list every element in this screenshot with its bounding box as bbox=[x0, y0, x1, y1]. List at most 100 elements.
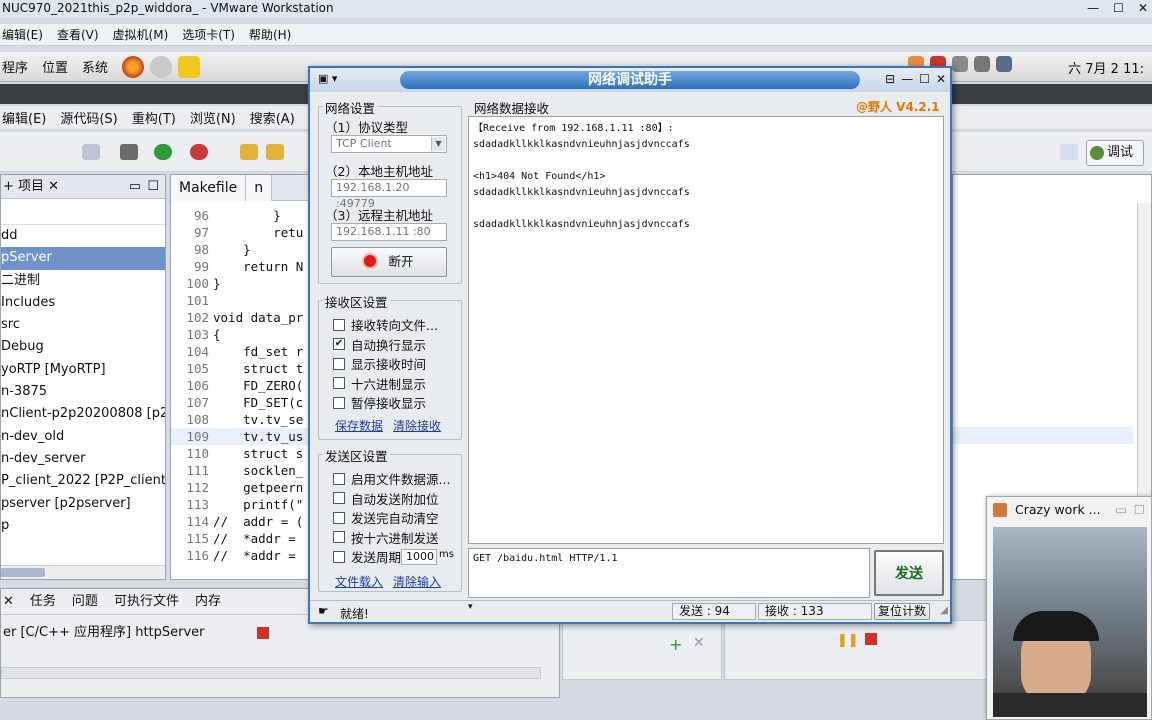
load-file-link[interactable]: 文件载入 bbox=[335, 573, 383, 590]
code-line[interactable]: 110 struct s bbox=[171, 445, 309, 462]
code-line[interactable]: 100} bbox=[171, 275, 309, 292]
checkbox-icon[interactable] bbox=[333, 377, 345, 390]
volume-icon[interactable] bbox=[974, 56, 990, 72]
eclipse-menu-navigate[interactable]: 浏览(N) bbox=[190, 108, 236, 127]
maximize-icon[interactable]: ☐ bbox=[147, 175, 159, 199]
maximize-icon[interactable]: ☐ bbox=[1134, 497, 1145, 523]
project-tree-item[interactable]: n-dev_server bbox=[1, 448, 165, 470]
horizontal-scrollbar[interactable] bbox=[1, 565, 165, 579]
code-line[interactable]: 96 } bbox=[171, 207, 309, 224]
panel-menu-applications[interactable]: 程序 bbox=[2, 57, 28, 76]
code-line[interactable]: 113 printf(" bbox=[171, 496, 309, 513]
panel-menu-places[interactable]: 位置 bbox=[42, 57, 68, 76]
notes-icon[interactable] bbox=[178, 55, 201, 78]
scroll-thumb[interactable] bbox=[1, 568, 45, 577]
code-line[interactable]: 116 // *addr = bbox=[171, 547, 309, 564]
code-line[interactable]: 115 // *addr = bbox=[171, 530, 309, 547]
debug-icon[interactable] bbox=[120, 144, 138, 160]
project-tree-item[interactable]: yoRTP [MyoRTP] bbox=[1, 359, 165, 381]
external-tools-icon[interactable] bbox=[190, 144, 208, 160]
project-tree-item[interactable]: nClient-p2p20200808 [p2 bbox=[1, 403, 165, 425]
checkbox-icon[interactable] bbox=[333, 357, 345, 370]
vmware-menu-tabs[interactable]: 选项卡(T) bbox=[182, 26, 235, 43]
window-menu-icon[interactable]: ▣ ▾ bbox=[318, 72, 337, 85]
open-perspective-icon[interactable] bbox=[1060, 144, 1078, 160]
option-checkbox[interactable]: ✔ 自动换行显示 bbox=[333, 335, 426, 354]
maximize-icon[interactable]: ☐ bbox=[919, 72, 930, 86]
vmware-menu-view[interactable]: 查看(V) bbox=[57, 26, 99, 43]
checkbox-icon[interactable] bbox=[333, 318, 345, 331]
code-line[interactable]: 107 FD_SET(c bbox=[171, 394, 309, 411]
minimize-icon[interactable]: ▭ bbox=[129, 175, 141, 199]
code-line[interactable]: 97 retu bbox=[171, 224, 309, 241]
tab-problems[interactable]: 问题 bbox=[72, 589, 98, 614]
option-checkbox[interactable]: 接收转向文件... bbox=[333, 315, 438, 334]
code-line[interactable]: 105 struct t bbox=[171, 360, 309, 377]
send-button[interactable]: 发送 bbox=[874, 550, 944, 596]
minimize-icon[interactable]: — bbox=[1087, 0, 1099, 17]
reset-count-button[interactable]: 复位计数 bbox=[874, 603, 930, 620]
project-tree-item[interactable]: n-dev_old bbox=[1, 426, 165, 448]
checkbox-icon[interactable] bbox=[333, 492, 345, 505]
chevron-down-icon[interactable]: ▾ bbox=[468, 602, 473, 612]
code-line[interactable]: 102 void data_pr bbox=[171, 309, 309, 326]
resize-grip-icon[interactable]: ◢ bbox=[940, 605, 948, 616]
checkbox-icon[interactable] bbox=[333, 550, 345, 563]
checkmark-icon[interactable]: ✔ bbox=[333, 338, 345, 351]
binary-icon[interactable] bbox=[82, 144, 100, 160]
close-icon[interactable]: ✕ bbox=[936, 72, 946, 86]
pin-icon[interactable]: ⊟ bbox=[885, 72, 895, 86]
tab-tasks[interactable]: 任务 bbox=[30, 589, 56, 614]
minimize-icon[interactable]: — bbox=[901, 72, 913, 86]
option-checkbox[interactable]: 按十六进制发送 bbox=[333, 528, 439, 547]
code-line[interactable]: 101 bbox=[171, 292, 309, 309]
code-line[interactable]: 112 getpeern bbox=[171, 479, 309, 496]
open-type-icon[interactable] bbox=[266, 144, 284, 160]
suspend-icon[interactable]: ❚❚ bbox=[837, 633, 859, 648]
eclipse-menu-search[interactable]: 搜索(A) bbox=[250, 108, 295, 127]
checkbox-icon[interactable] bbox=[333, 472, 345, 485]
recv-data-area[interactable]: 【Receive from 192.168.1.11 :80】: sdadadk… bbox=[468, 116, 944, 544]
project-tree-item[interactable]: n-3875 bbox=[1, 381, 165, 403]
tab-executables[interactable]: 可执行文件 bbox=[114, 589, 179, 614]
project-tree-item[interactable]: P_client_2022 [P2P_client bbox=[1, 470, 165, 492]
code-line[interactable]: 106 FD_ZERO( bbox=[171, 377, 309, 394]
option-checkbox[interactable]: 十六进制显示 bbox=[333, 374, 426, 393]
disconnect-button[interactable]: 断开 bbox=[331, 247, 447, 277]
code-line[interactable]: 103 { bbox=[171, 326, 309, 343]
code-area[interactable]: 96 } 97 retu 98 } 99 return N 100} 101 102 void… bbox=[171, 201, 309, 564]
tab-memory[interactable]: 内存 bbox=[195, 589, 221, 614]
open-folder-icon[interactable] bbox=[240, 144, 258, 160]
eclipse-menu-source[interactable]: 源代码(S) bbox=[60, 108, 117, 127]
vmware-menu-help[interactable]: 帮助(H) bbox=[249, 26, 291, 43]
close-icon[interactable]: ✕ bbox=[1138, 0, 1148, 17]
maximize-icon[interactable]: ☐ bbox=[1113, 0, 1124, 17]
code-line[interactable]: 99 return N bbox=[171, 258, 309, 275]
project-tree-item[interactable]: p bbox=[1, 515, 165, 537]
option-checkbox[interactable]: 启用文件数据源... bbox=[333, 469, 450, 488]
panel-menu-system[interactable]: 系统 bbox=[82, 57, 108, 76]
mail-icon[interactable] bbox=[150, 55, 173, 78]
option-checkbox[interactable]: 发送周期 bbox=[333, 547, 401, 566]
firefox-icon[interactable] bbox=[122, 55, 145, 78]
checkbox-icon[interactable] bbox=[333, 531, 345, 544]
code-line[interactable]: 98 } bbox=[171, 241, 309, 258]
protocol-select[interactable]: TCP Client ▼ bbox=[331, 135, 447, 153]
close-icon[interactable]: ✕ bbox=[3, 589, 14, 614]
code-line[interactable]: 108 tv.tv_se bbox=[171, 411, 309, 428]
clear-recv-link[interactable]: 清除接收 bbox=[393, 417, 441, 434]
save-data-link[interactable]: 保存数据 bbox=[335, 417, 383, 434]
option-checkbox[interactable]: 暂停接收显示 bbox=[333, 393, 426, 412]
editor-tab-makefile[interactable]: Makefile bbox=[171, 175, 247, 201]
project-tree-item[interactable]: 二进制 bbox=[1, 270, 165, 292]
panel-clock[interactable]: 六 7月 2 11: bbox=[1068, 58, 1144, 77]
clear-input-link[interactable]: 清除输入 bbox=[393, 573, 441, 590]
close-icon[interactable]: ✕ bbox=[44, 179, 59, 194]
eclipse-menu-edit[interactable]: 编辑(E) bbox=[2, 108, 46, 127]
option-checkbox[interactable]: 自动发送附加位 bbox=[333, 489, 439, 508]
remote-host-field[interactable]: 192.168.1.11 :80 bbox=[331, 223, 447, 241]
vmware-menu-edit[interactable]: 编辑(E) bbox=[2, 26, 43, 43]
option-checkbox[interactable]: 发送完自动清空 bbox=[333, 508, 439, 527]
option-checkbox[interactable]: 显示接收时间 bbox=[333, 354, 426, 373]
minimize-icon[interactable]: ▭ bbox=[1115, 497, 1127, 523]
